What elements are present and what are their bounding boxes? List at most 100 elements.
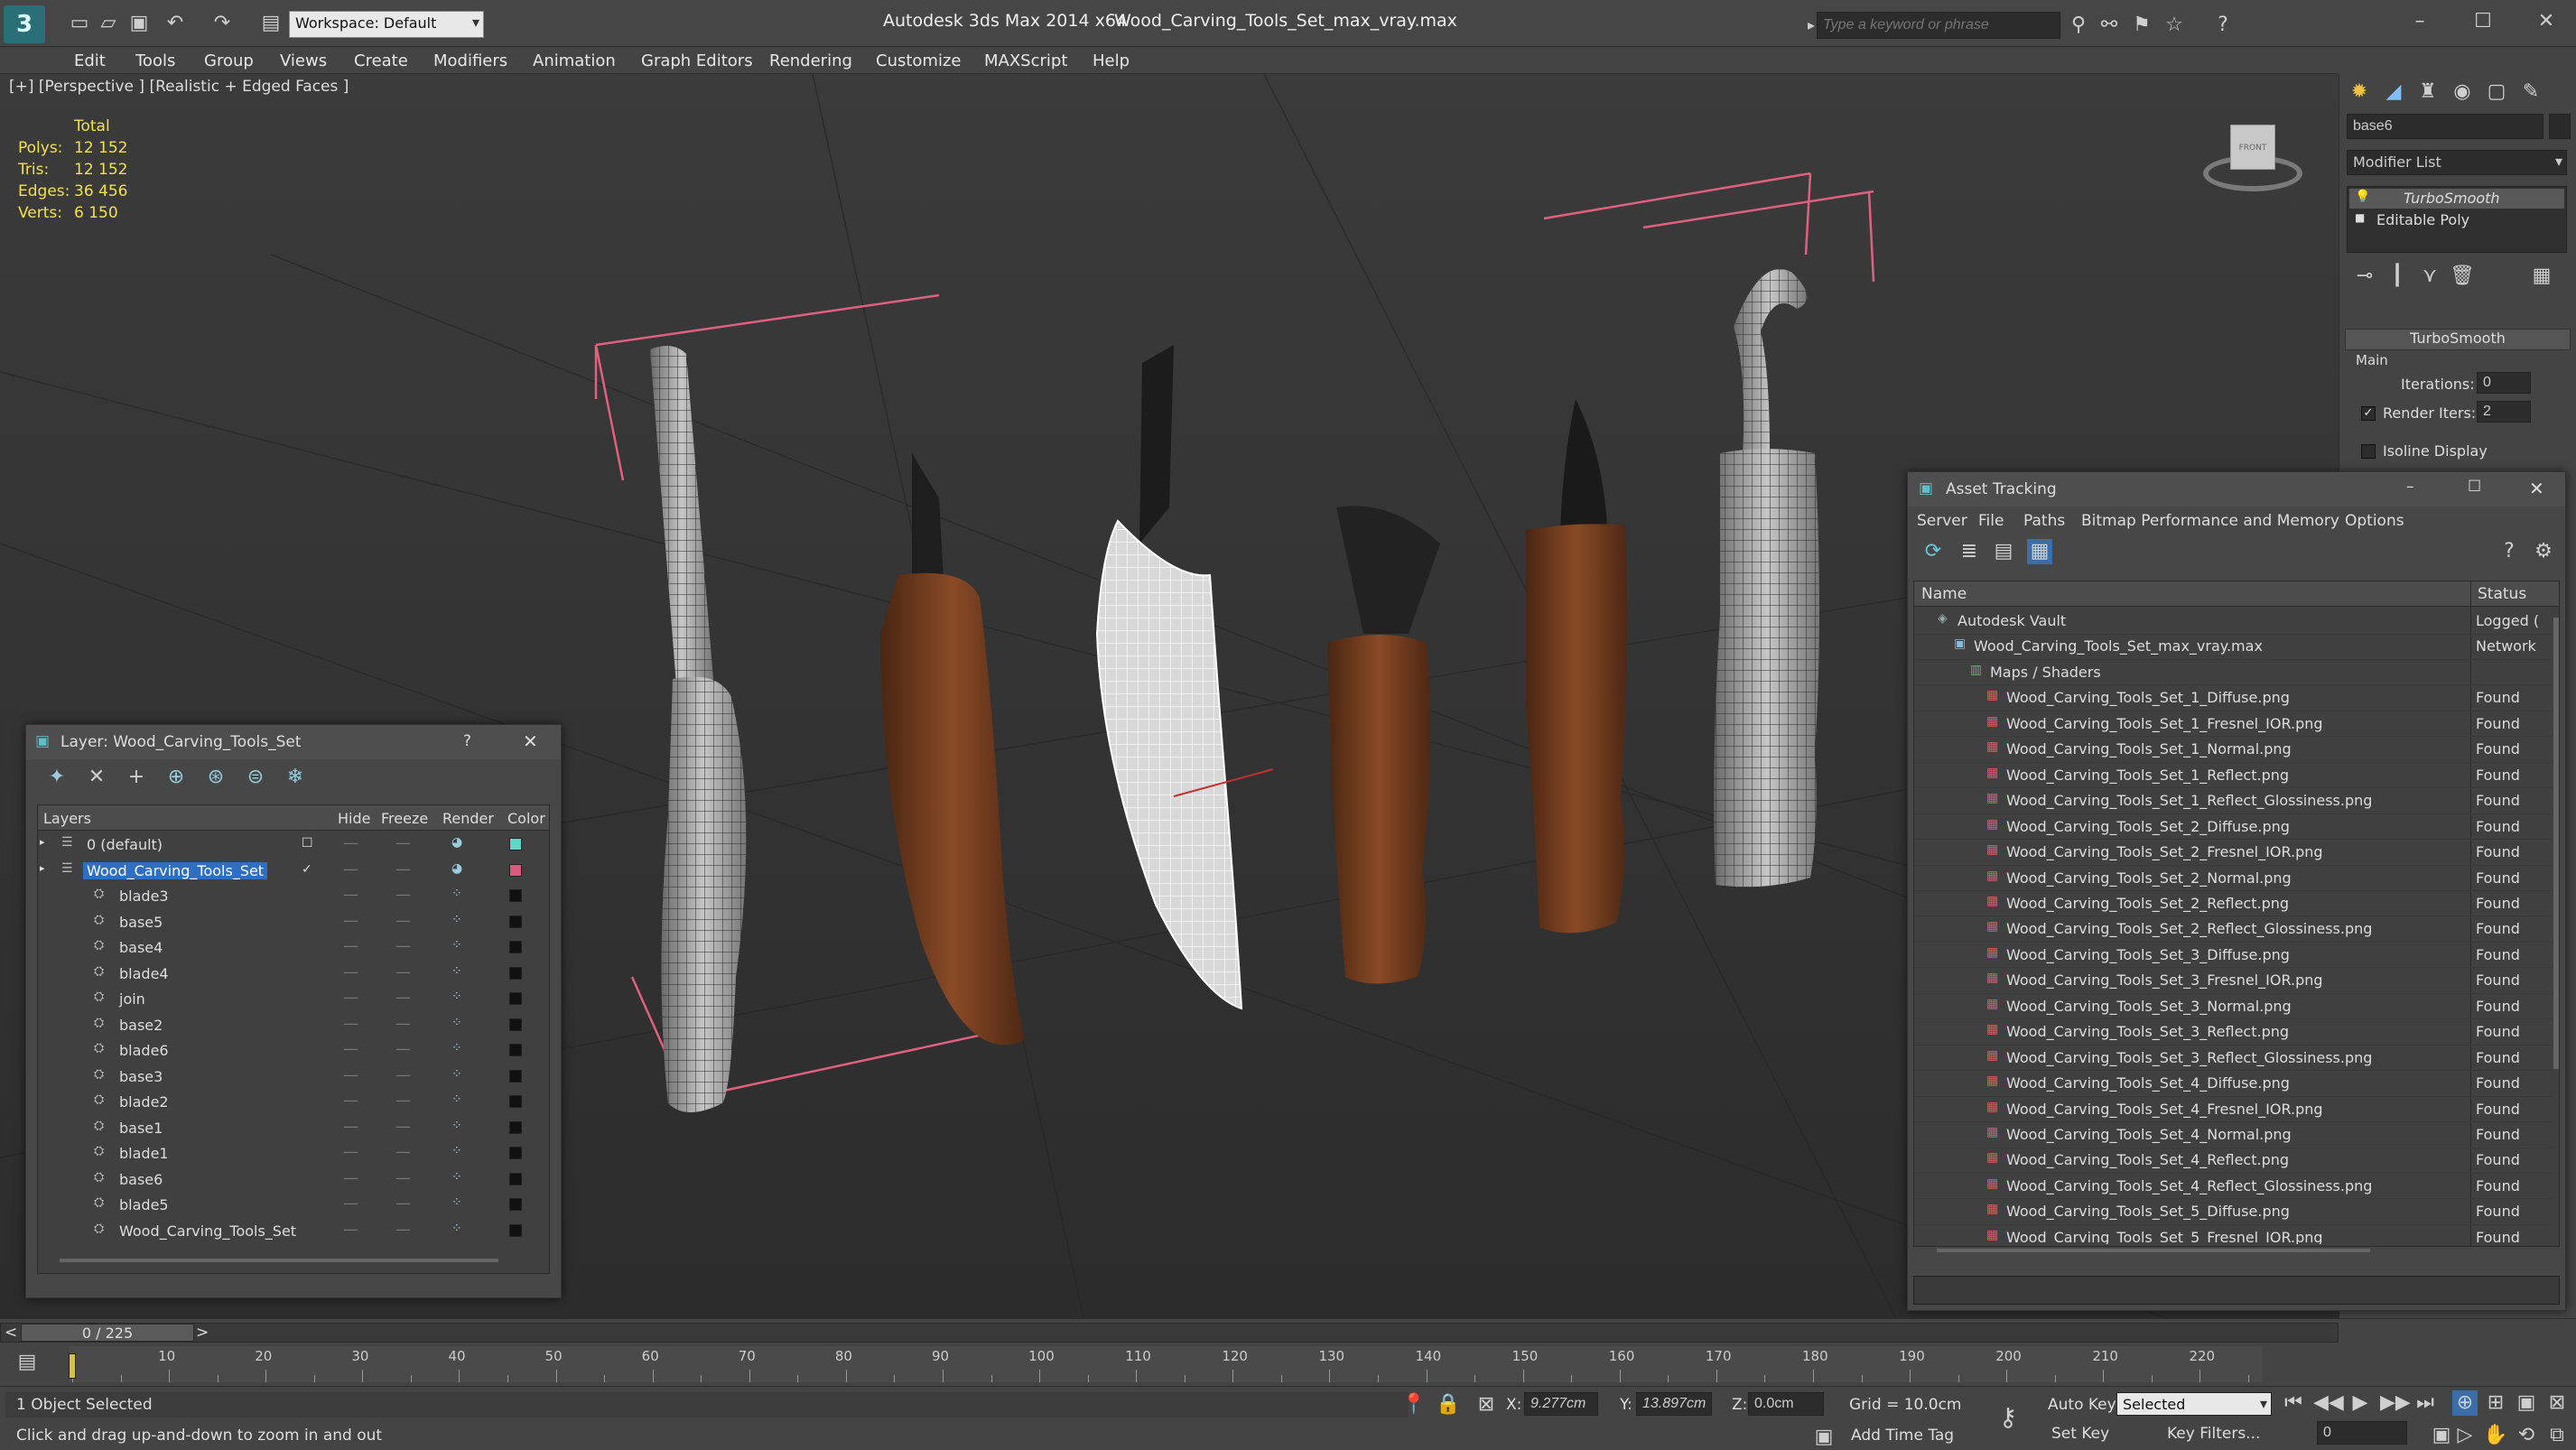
highlight-layer-icon[interactable]: ⊛: [203, 765, 228, 790]
time-slider-thumb[interactable]: 0 / 225: [21, 1324, 194, 1342]
delete-layer-icon[interactable]: ✕: [84, 765, 109, 790]
viewport-maximize-toggle-icon[interactable]: ⧉: [2544, 1423, 2570, 1448]
time-slider[interactable]: < 0 / 225 >: [0, 1323, 2339, 1343]
track-bar[interactable]: 10 20 30 40 50 60 70 80 90 100 110 120 130 140 150 160 1…: [69, 1346, 2263, 1382]
asset-row[interactable]: ▦ Wood_Carving_Tools_Set_3_Normal.png Foun…: [1914, 994, 2552, 1020]
render-iters-spinner[interactable]: [2477, 401, 2531, 423]
freeze-toggle[interactable]: —: [395, 1194, 411, 1213]
minimize-icon[interactable]: –: [2407, 9, 2432, 34]
prev-frame-arrow[interactable]: <: [5, 1324, 17, 1342]
col-name[interactable]: Name: [1921, 585, 1967, 603]
layer-color-swatch[interactable]: [509, 838, 522, 850]
asset-row[interactable]: ▦ Wood_Carving_Tools_Set_4_Reflect_Glossi…: [1914, 1174, 2552, 1200]
asset-menu-file[interactable]: File: [1978, 512, 2004, 530]
select-in-layer-icon[interactable]: ⊕: [163, 765, 189, 790]
maxscript-listener[interactable]: [5, 1392, 1409, 1417]
pan-icon[interactable]: ✋: [2483, 1423, 2508, 1448]
render-toggle-icon[interactable]: ◕: [451, 861, 462, 876]
redo-icon[interactable]: ↷: [209, 11, 235, 36]
asset-row[interactable]: ▦ Wood_Carving_Tools_Set_2_Diffuse.png Fou…: [1914, 814, 2552, 841]
asset-row[interactable]: ▦ Wood_Carving_Tools_Set_2_Reflect.png Fou…: [1914, 891, 2552, 917]
x-coordinate-field[interactable]: [1524, 1392, 1598, 1416]
menu-item-views[interactable]: Views: [280, 51, 327, 70]
layer-color-swatch[interactable]: [509, 1172, 522, 1185]
hide-toggle[interactable]: —: [343, 963, 358, 981]
time-tag-icon[interactable]: ▣: [1811, 1425, 1837, 1450]
asset-menu-bitmap[interactable]: Bitmap Performance and Memory: [2081, 512, 2339, 530]
render-toggle-icon[interactable]: ⁘: [451, 1041, 462, 1055]
render-toggle-icon[interactable]: ⁘: [451, 887, 462, 901]
layer-row[interactable]: ⛭ blade5 — — ⁘: [38, 1193, 549, 1219]
hide-toggle[interactable]: —: [343, 860, 358, 878]
previous-frame-icon[interactable]: ◀◀: [2313, 1390, 2344, 1416]
viewport-label[interactable]: [+] [Perspective ] [Realistic + Edged Fa…: [9, 78, 349, 96]
hide-toggle[interactable]: —: [343, 1015, 358, 1033]
freeze-toggle[interactable]: —: [395, 1066, 411, 1084]
layer-row[interactable]: ▸ ☰ Wood_Carving_Tools_Set ✓ — — ◕: [38, 859, 549, 885]
next-frame-arrow[interactable]: >: [196, 1324, 209, 1342]
render-toggle-icon[interactable]: ⁘: [451, 1170, 462, 1185]
display-tab-icon[interactable]: ▢: [2484, 79, 2509, 105]
freeze-toggle[interactable]: —: [395, 1092, 411, 1110]
absolute-mode-icon[interactable]: ⊠: [1474, 1392, 1499, 1417]
freeze-toggle[interactable]: —: [395, 989, 411, 1007]
asset-settings-icon[interactable]: ⚙: [2531, 539, 2556, 564]
layer-color-swatch[interactable]: [509, 915, 522, 928]
key-filters-button[interactable]: Key Filters...: [2167, 1425, 2260, 1443]
asset-maximize-icon[interactable]: ☐: [2468, 478, 2481, 496]
utilities-tab-icon[interactable]: ✎: [2518, 79, 2543, 105]
object-name-input[interactable]: [2347, 114, 2543, 139]
menu-item-help[interactable]: Help: [1093, 51, 1130, 70]
search-input[interactable]: [1817, 12, 2060, 39]
subscription-icon[interactable]: ⚑: [2129, 13, 2154, 38]
close-icon[interactable]: ✕: [2534, 9, 2559, 34]
project-folder-icon[interactable]: ▤: [258, 11, 284, 36]
layer-color-swatch[interactable]: [509, 992, 522, 1005]
go-to-start-icon[interactable]: ⏮: [2281, 1390, 2306, 1416]
save-file-icon[interactable]: ▣: [126, 11, 152, 36]
asset-path-field[interactable]: [1913, 1276, 2560, 1305]
freeze-toggle[interactable]: —: [395, 860, 411, 878]
y-coordinate-field[interactable]: [1636, 1392, 1712, 1416]
render-iters-checkbox[interactable]: ✓: [2361, 406, 2376, 421]
layer-color-swatch[interactable]: [509, 941, 522, 953]
favorites-star-icon[interactable]: ☆: [2162, 13, 2187, 38]
freeze-toggle[interactable]: —: [395, 886, 411, 904]
asset-row[interactable]: ▣ Wood_Carving_Tools_Set_max_vray.max Netw…: [1914, 634, 2552, 660]
hide-toggle[interactable]: —: [343, 1143, 358, 1161]
layer-row[interactable]: ⛭ blade4 — — ⁘: [38, 962, 549, 988]
hide-toggle[interactable]: —: [343, 834, 358, 852]
hide-toggle[interactable]: —: [343, 912, 358, 930]
asset-window-titlebar[interactable]: ▣ Asset Tracking – ☐ ✕: [1908, 472, 2565, 507]
show-end-result-icon[interactable]: ┃: [2385, 264, 2410, 289]
asset-row[interactable]: ▥ Maps / Shaders: [1914, 660, 2552, 686]
open-file-icon[interactable]: ▱: [96, 11, 121, 36]
layer-window-close-icon[interactable]: ✕: [523, 730, 538, 752]
layer-color-swatch[interactable]: [509, 1223, 522, 1237]
viewcube[interactable]: FRONT: [2203, 121, 2302, 202]
menu-item-graph-editors[interactable]: Graph Editors: [641, 51, 753, 70]
add-to-layer-icon[interactable]: +: [124, 765, 149, 790]
menu-item-create[interactable]: Create: [354, 51, 408, 70]
freeze-toggle[interactable]: —: [395, 1169, 411, 1187]
undo-icon[interactable]: ↶: [163, 11, 188, 36]
app-logo-button[interactable]: 3: [4, 5, 45, 43]
render-toggle-icon[interactable]: ◕: [451, 835, 462, 850]
layer-color-swatch[interactable]: [509, 966, 522, 980]
hide-toggle[interactable]: —: [343, 1066, 358, 1084]
z-coordinate-field[interactable]: [1748, 1392, 1824, 1416]
field-of-view-icon[interactable]: ▷: [2452, 1423, 2478, 1448]
menu-item-animation[interactable]: Animation: [533, 51, 616, 70]
modifier-stack-item[interactable]: ■ Editable Poly: [2349, 210, 2564, 230]
hide-toggle[interactable]: —: [343, 1118, 358, 1136]
freeze-toggle[interactable]: —: [395, 912, 411, 930]
layer-row[interactable]: ⛭ base1 — — ⁘: [38, 1116, 549, 1142]
active-layer-indicator[interactable]: ✓: [302, 862, 312, 877]
asset-row[interactable]: ▦ Wood_Carving_Tools_Set_4_Fresnel_IOR.pn…: [1914, 1097, 2552, 1123]
asset-menu-options[interactable]: Options: [2345, 512, 2404, 530]
render-toggle-icon[interactable]: ⁘: [451, 938, 462, 953]
freeze-toggle[interactable]: —: [395, 1040, 411, 1058]
layer-color-swatch[interactable]: [509, 1018, 522, 1031]
asset-row[interactable]: ▦ Wood_Carving_Tools_Set_5_Diffuse.png Fou…: [1914, 1199, 2552, 1225]
layer-row[interactable]: ⛭ blade2 — — ⁘: [38, 1090, 549, 1116]
